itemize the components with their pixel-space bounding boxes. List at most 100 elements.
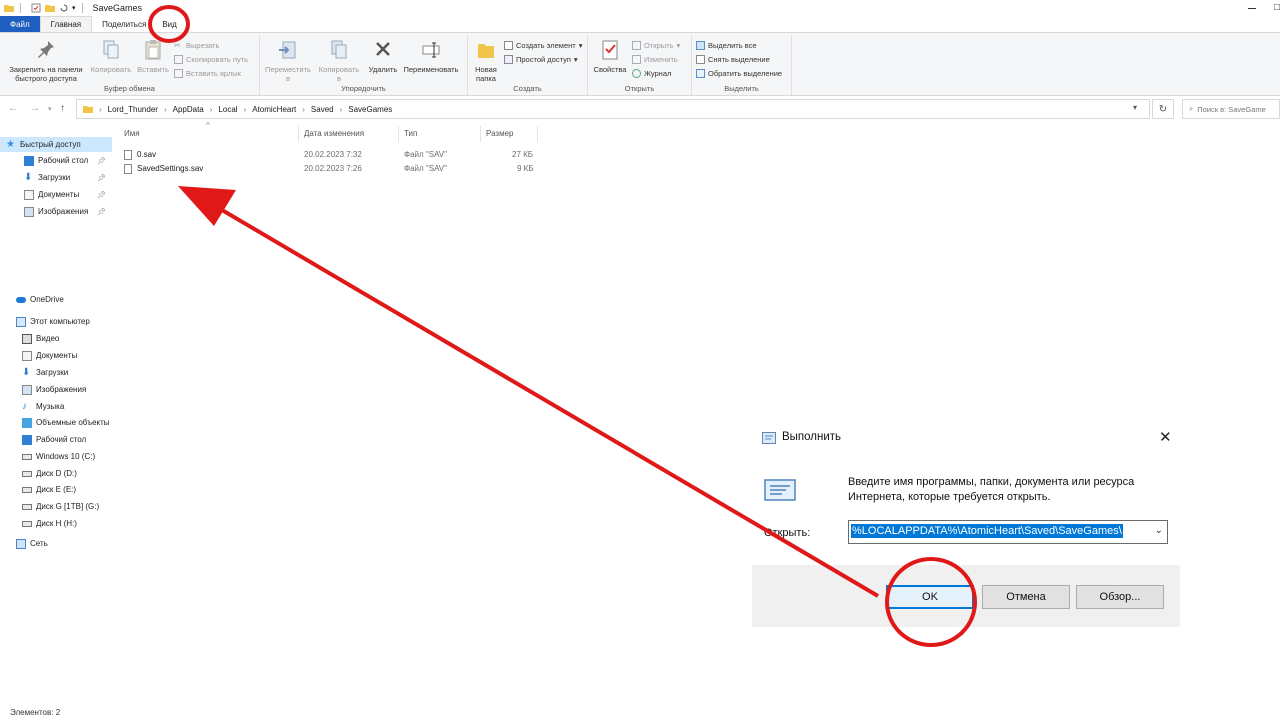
- move-to-button[interactable]: Переместить в: [262, 39, 314, 83]
- create-item-button[interactable]: Создать элемент ▾: [504, 41, 582, 50]
- nav-pc-downloads[interactable]: ⬇ Загрузки: [0, 365, 112, 380]
- nav-onedrive[interactable]: OneDrive: [0, 292, 112, 307]
- column-header-date[interactable]: Дата изменения: [304, 129, 364, 138]
- new-folder-icon[interactable]: [45, 3, 55, 13]
- quick-access-dropdown-icon[interactable]: ▾: [72, 4, 76, 12]
- pin-icon[interactable]: 📌︎: [97, 174, 106, 182]
- recent-chevron-icon[interactable]: ▾: [48, 105, 52, 113]
- copy-to-icon: [331, 40, 347, 59]
- minimize-icon[interactable]: [1248, 8, 1256, 9]
- cancel-button[interactable]: Отмена: [982, 585, 1070, 609]
- column-header-name[interactable]: Имя: [124, 129, 140, 138]
- copy-path-button[interactable]: Скопировать путь: [174, 55, 248, 64]
- search-box[interactable]: ⌕ Поиск в: SaveGame: [1182, 99, 1280, 119]
- breadcrumb-item[interactable]: Local: [218, 105, 237, 114]
- undo-icon[interactable]: [59, 3, 69, 13]
- pin-icon[interactable]: 📌︎: [97, 157, 106, 165]
- breadcrumb-item[interactable]: AppData: [173, 105, 204, 114]
- nav-downloads[interactable]: ⬇ Загрузки 📌︎: [0, 170, 112, 185]
- address-dropdown-icon[interactable]: ▾: [1133, 103, 1137, 112]
- tab-file[interactable]: Файл: [0, 16, 40, 32]
- chevron-down-icon[interactable]: ⌄: [1155, 525, 1163, 536]
- select-none-button[interactable]: Снять выделение: [696, 55, 770, 64]
- cut-label: Вырезать: [186, 41, 220, 50]
- nav-drive-e[interactable]: Диск E (E:): [0, 482, 112, 497]
- group-label-open: Открыть: [624, 84, 655, 93]
- nav-pc-desktop[interactable]: Рабочий стол: [0, 432, 112, 447]
- paste-shortcut-button[interactable]: Вставить ярлык: [174, 69, 241, 78]
- group-organize: Переместить в Копировать в Удалить Переи…: [260, 35, 468, 95]
- nav-this-pc[interactable]: Этот компьютер: [0, 314, 112, 329]
- column-header-type[interactable]: Тип: [404, 129, 417, 138]
- nav-pc-pictures[interactable]: Изображения: [0, 382, 112, 397]
- pictures-icon: [24, 206, 34, 217]
- pin-icon[interactable]: 📌︎: [97, 208, 106, 216]
- copy-button[interactable]: Копировать: [88, 39, 134, 74]
- nav-quick-access[interactable]: ★ Быстрый доступ: [0, 137, 112, 152]
- divider: [81, 3, 83, 13]
- run-description-line2: Интернета, которые требуется открыть.: [848, 491, 1051, 503]
- pin-icon[interactable]: 📌︎: [97, 191, 106, 199]
- column-divider[interactable]: [398, 126, 399, 142]
- nav-drive-g[interactable]: Диск G [1TB] (G:): [0, 499, 112, 514]
- easy-access-button[interactable]: Простой доступ ▾: [504, 55, 578, 64]
- delete-x-icon: [376, 42, 390, 56]
- open-button[interactable]: Открыть ▾: [632, 41, 680, 50]
- up-arrow-icon[interactable]: ↑: [60, 103, 65, 114]
- nav-desktop[interactable]: Рабочий стол 📌︎: [0, 153, 112, 168]
- network-icon: [16, 538, 26, 549]
- nav-3d-objects[interactable]: Объемные объекты: [0, 415, 112, 430]
- maximize-icon[interactable]: □: [1274, 2, 1280, 13]
- table-row[interactable]: 0.sav 20.02.2023 7:32 Файл "SAV" 27 КБ: [112, 148, 542, 162]
- nav-documents[interactable]: Документы 📌︎: [0, 187, 112, 202]
- new-folder-icon: [478, 44, 494, 58]
- nav-video[interactable]: Видео: [0, 331, 112, 346]
- column-divider[interactable]: [537, 126, 538, 142]
- history-button[interactable]: Журнал: [632, 69, 671, 78]
- nav-drive-c[interactable]: Windows 10 (C:): [0, 449, 112, 464]
- copy-to-button[interactable]: Копировать в: [314, 39, 364, 83]
- nav-label: Рабочий стол: [36, 435, 87, 444]
- breadcrumb-item[interactable]: AtomicHeart: [252, 105, 296, 114]
- delete-button[interactable]: Удалить: [366, 39, 400, 74]
- run-command-input[interactable]: %LOCALAPPDATA%\AtomicHeart\Saved\SaveGam…: [848, 520, 1168, 544]
- nav-network[interactable]: Сеть: [0, 536, 112, 551]
- search-placeholder: Поиск в: SaveGame: [1197, 104, 1266, 114]
- back-arrow-icon[interactable]: ←: [8, 103, 18, 114]
- column-header-size[interactable]: Размер: [486, 129, 514, 138]
- ok-button[interactable]: OK: [886, 585, 974, 609]
- tab-home[interactable]: Главная: [39, 16, 93, 32]
- new-folder-button[interactable]: Новая папка: [470, 39, 502, 83]
- nav-drive-h[interactable]: Диск H (H:): [0, 516, 112, 531]
- browse-button[interactable]: Обзор...: [1076, 585, 1164, 609]
- select-all-button[interactable]: Выделить все: [696, 41, 757, 50]
- close-icon[interactable]: ✕: [1159, 428, 1172, 446]
- breadcrumb-item[interactable]: SaveGames: [348, 105, 392, 114]
- nav-drive-d[interactable]: Диск D (D:): [0, 466, 112, 481]
- tab-view[interactable]: Вид: [156, 16, 186, 32]
- properties-button[interactable]: Свойства: [592, 39, 628, 74]
- forward-arrow-icon[interactable]: →: [30, 103, 40, 114]
- refresh-button[interactable]: ↻: [1152, 99, 1174, 119]
- nav-pc-documents[interactable]: Документы: [0, 348, 112, 363]
- cut-button[interactable]: ✂ Вырезать: [174, 41, 219, 50]
- column-divider[interactable]: [298, 126, 299, 142]
- breadcrumb-item[interactable]: Lord_Thunder: [108, 105, 158, 114]
- paste-button[interactable]: Вставить: [134, 39, 172, 74]
- crumb-separator-icon: ›: [302, 104, 305, 114]
- nav-label: Загрузки: [36, 368, 69, 377]
- invert-selection-button[interactable]: Обратить выделение: [696, 69, 782, 78]
- nav-label: Диск G [1TB] (G:): [36, 502, 100, 511]
- edit-button[interactable]: Изменить: [632, 55, 678, 64]
- nav-music[interactable]: ♪ Музыка: [0, 399, 112, 414]
- document-icon: [24, 189, 34, 200]
- nav-pictures[interactable]: Изображения 📌︎: [0, 204, 112, 219]
- rename-button[interactable]: Переименовать: [400, 39, 462, 74]
- column-divider[interactable]: [480, 126, 481, 142]
- table-row[interactable]: SavedSettings.sav 20.02.2023 7:26 Файл "…: [112, 162, 542, 176]
- properties-check-icon[interactable]: [31, 3, 41, 13]
- tab-share[interactable]: Поделиться: [92, 16, 156, 32]
- pin-quick-access-button[interactable]: Закрепить на панели быстрого доступа: [4, 39, 88, 83]
- address-bar[interactable]: › Lord_Thunder › AppData › Local › Atomi…: [76, 99, 1150, 119]
- breadcrumb-item[interactable]: Saved: [311, 105, 334, 114]
